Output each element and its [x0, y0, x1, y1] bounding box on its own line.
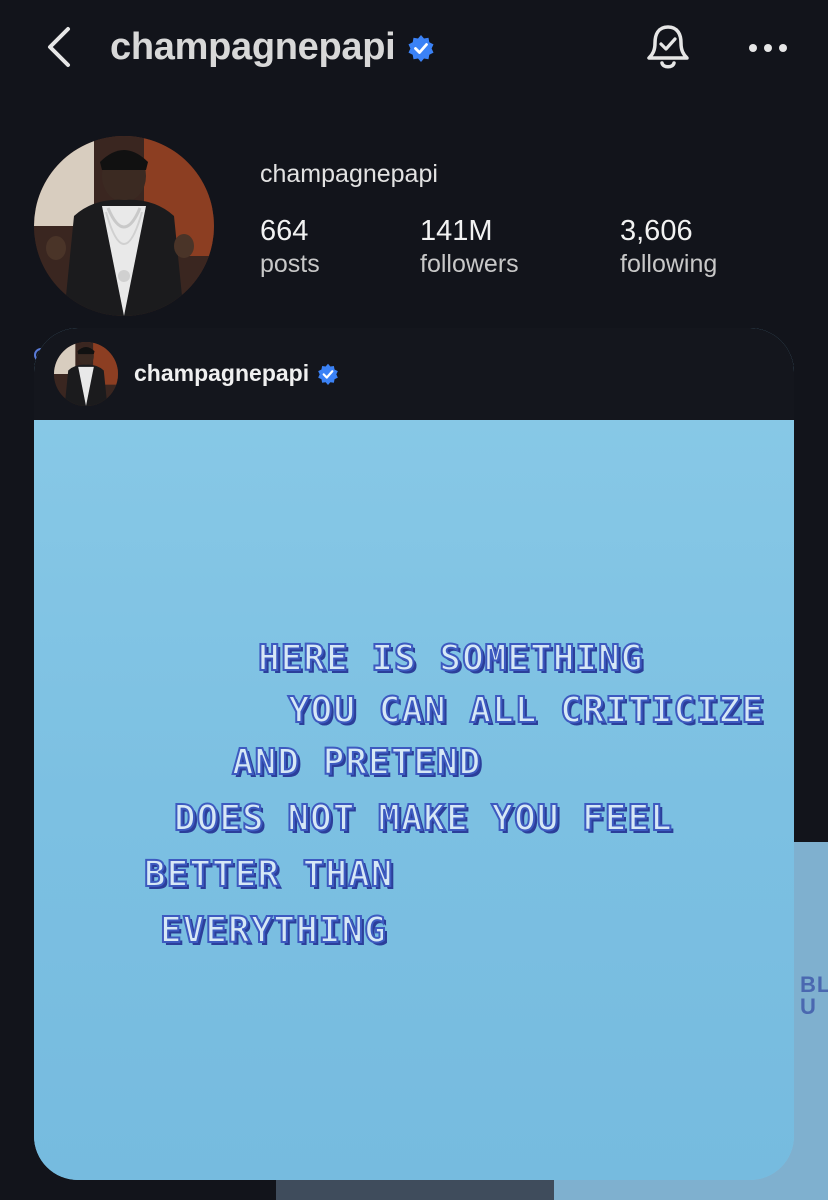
stat-label: posts [260, 250, 320, 278]
chevron-left-icon [48, 27, 70, 67]
stat-value: 3,606 [620, 215, 693, 247]
post-header: champagnepapi [34, 328, 794, 420]
stat-label: following [620, 250, 718, 278]
post-username-text: champagnepapi [134, 360, 310, 386]
notifications-button[interactable] [640, 20, 696, 76]
post-preview-card[interactable]: champagnepapi HERE IS SOMETHING YOU CAN … [34, 328, 794, 1180]
quote-line-3: AND PRETEND [231, 741, 482, 784]
stat-value: 664 [260, 215, 309, 247]
grid-tile-text: BL U [800, 972, 828, 1019]
quote-line-4: DOES NOT MAKE YOU FEEL [173, 797, 673, 840]
quote-line-5: BETTER THAN [143, 853, 394, 896]
avatar-photo [54, 342, 118, 406]
more-options-button[interactable] [740, 28, 796, 68]
post-author-avatar[interactable] [54, 342, 118, 406]
verified-badge-icon [317, 363, 339, 385]
profile-username: champagnepapi [260, 160, 438, 188]
avatar-photo [34, 136, 214, 316]
back-button[interactable] [36, 22, 82, 72]
bell-icon [647, 25, 689, 69]
stat-label: followers [420, 250, 519, 278]
quote-line-6: EVERYTHING [159, 909, 387, 952]
page-title: champagnepapi [110, 26, 435, 69]
more-horizontal-icon [749, 44, 787, 52]
post-image[interactable]: HERE IS SOMETHING YOU CAN ALL CRITICIZE … [34, 420, 794, 1180]
quote-line-2: YOU CAN ALL CRITICIZE [287, 689, 765, 732]
verified-badge-icon [407, 34, 435, 62]
header-username: champagnepapi [110, 26, 396, 68]
following-count[interactable]: 3,606 following [620, 214, 717, 280]
posts-count[interactable]: 664 posts [260, 214, 320, 280]
followers-count[interactable]: 141M followers [420, 214, 519, 280]
post-author-username[interactable]: champagnepapi [134, 360, 339, 387]
quote-line-1: HERE IS SOMETHING [257, 637, 644, 680]
profile-avatar[interactable] [34, 136, 214, 316]
top-nav-bar: champagnepapi [0, 0, 828, 100]
stat-value: 141M [420, 215, 493, 247]
